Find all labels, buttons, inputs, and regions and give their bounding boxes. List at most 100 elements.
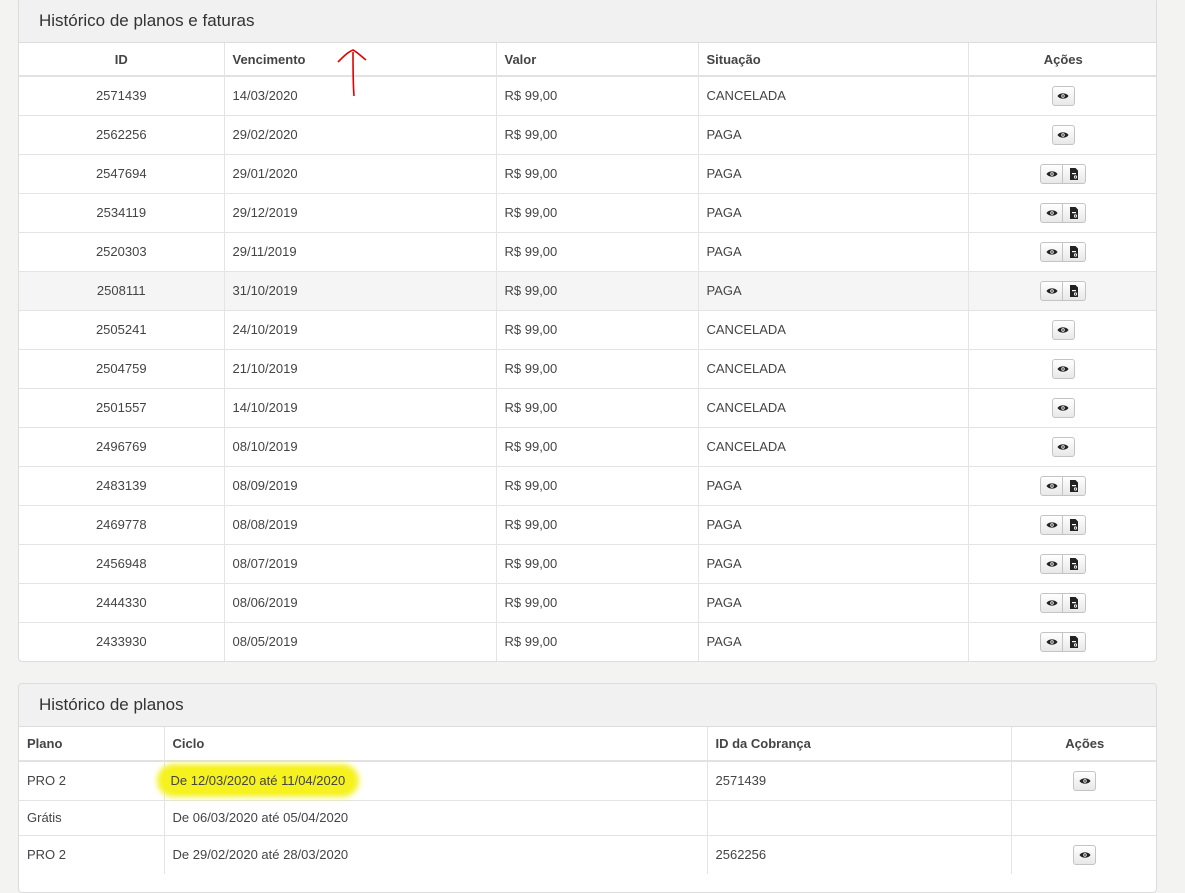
actions-button-group — [1040, 514, 1087, 535]
view-button[interactable] — [1040, 553, 1064, 574]
plans-table: Plano Ciclo ID da Cobrança Ações PRO 2 De… — [19, 727, 1156, 874]
invoice-due-date: 21/10/2019 — [224, 348, 497, 388]
invoice-due-date: 08/10/2019 — [224, 426, 497, 466]
col-header-cycle[interactable]: Ciclo — [164, 727, 708, 762]
view-button[interactable] — [1051, 85, 1075, 106]
view-button[interactable] — [1051, 436, 1075, 457]
download-receipt-button[interactable] — [1063, 631, 1087, 652]
invoice-status: CANCELADA — [698, 387, 969, 427]
eye-icon — [1057, 404, 1069, 412]
invoice-status: CANCELADA — [698, 309, 969, 349]
actions-button-group — [1073, 844, 1097, 865]
plan-charge-id: 2571439 — [707, 760, 1012, 800]
view-button[interactable] — [1051, 358, 1075, 379]
invoice-row: 2483139 08/09/2019 R$ 99,00 PAGA — [19, 465, 1156, 505]
invoice-value: R$ 99,00 — [496, 192, 699, 232]
eye-icon — [1046, 560, 1058, 568]
download-receipt-button[interactable] — [1063, 592, 1087, 613]
eye-icon — [1046, 209, 1058, 217]
actions-cell — [968, 504, 1156, 544]
view-button[interactable] — [1051, 397, 1075, 418]
view-button[interactable] — [1040, 514, 1064, 535]
plan-cycle: De 29/02/2020 até 28/03/2020 — [172, 847, 349, 863]
invoice-value: R$ 99,00 — [496, 114, 699, 154]
invoice-due-date: 08/09/2019 — [224, 465, 497, 505]
view-button[interactable] — [1073, 770, 1097, 791]
actions-button-group — [1040, 631, 1087, 652]
invoice-status: PAGA — [698, 114, 969, 154]
view-button[interactable] — [1040, 202, 1064, 223]
invoice-row: 2456948 08/07/2019 R$ 99,00 PAGA — [19, 543, 1156, 583]
invoice-id: 2534119 — [19, 192, 225, 232]
download-receipt-button[interactable] — [1063, 163, 1087, 184]
invoice-row: 2505241 24/10/2019 R$ 99,00 CANCELADA — [19, 309, 1156, 349]
download-receipt-button[interactable] — [1063, 202, 1087, 223]
view-button[interactable] — [1051, 124, 1075, 145]
view-button[interactable] — [1040, 475, 1064, 496]
invoice-row: 2520303 29/11/2019 R$ 99,00 PAGA — [19, 231, 1156, 271]
receipt-icon — [1069, 518, 1079, 531]
invoice-row: 2444330 08/06/2019 R$ 99,00 PAGA — [19, 582, 1156, 622]
actions-button-group — [1051, 85, 1075, 106]
col-header-id[interactable]: ID — [19, 43, 225, 77]
actions-cell — [968, 114, 1156, 154]
view-button[interactable] — [1051, 319, 1075, 340]
invoice-value: R$ 99,00 — [496, 270, 699, 310]
invoices-panel-header: Histórico de planos e faturas — [19, 0, 1156, 43]
invoice-due-date: 08/06/2019 — [224, 582, 497, 622]
actions-cell — [968, 192, 1156, 232]
invoice-id: 2562256 — [19, 114, 225, 154]
actions-cell — [968, 582, 1156, 622]
view-button[interactable] — [1040, 592, 1064, 613]
invoice-status: PAGA — [698, 504, 969, 544]
col-header-status[interactable]: Situação — [698, 43, 969, 77]
plan-row: PRO 2 De 12/03/2020 até 11/04/2020 2571439 — [19, 760, 1156, 800]
plans-header-row: Plano Ciclo ID da Cobrança Ações — [19, 727, 1156, 762]
invoice-due-date: 08/05/2019 — [224, 621, 497, 661]
download-receipt-button[interactable] — [1063, 553, 1087, 574]
invoice-due-date: 08/08/2019 — [224, 504, 497, 544]
invoice-id: 2547694 — [19, 153, 225, 193]
eye-icon — [1079, 777, 1091, 785]
invoice-status: CANCELADA — [698, 348, 969, 388]
invoice-status: PAGA — [698, 231, 969, 271]
receipt-icon — [1069, 284, 1079, 297]
actions-cell — [1011, 799, 1156, 835]
invoice-row: 2496769 08/10/2019 R$ 99,00 CANCELADA — [19, 426, 1156, 466]
view-button[interactable] — [1040, 631, 1064, 652]
receipt-icon — [1069, 245, 1079, 258]
col-header-charge-id[interactable]: ID da Cobrança — [707, 727, 1012, 762]
receipt-icon — [1069, 167, 1079, 180]
invoice-due-date: 29/02/2020 — [224, 114, 497, 154]
plan-row: PRO 2 De 29/02/2020 até 28/03/2020 2562256 — [19, 834, 1156, 874]
invoice-due-date: 29/11/2019 — [224, 231, 497, 271]
receipt-icon — [1069, 479, 1079, 492]
view-button[interactable] — [1040, 280, 1064, 301]
actions-cell — [968, 465, 1156, 505]
actions-button-group — [1040, 241, 1087, 262]
invoice-value: R$ 99,00 — [496, 504, 699, 544]
download-receipt-button[interactable] — [1063, 241, 1087, 262]
download-receipt-button[interactable] — [1063, 280, 1087, 301]
download-receipt-button[interactable] — [1063, 514, 1087, 535]
eye-icon — [1079, 851, 1091, 859]
invoice-value: R$ 99,00 — [496, 153, 699, 193]
view-button[interactable] — [1040, 241, 1064, 262]
invoice-status: PAGA — [698, 543, 969, 583]
download-receipt-button[interactable] — [1063, 475, 1087, 496]
invoice-value: R$ 99,00 — [496, 309, 699, 349]
invoice-status: PAGA — [698, 465, 969, 505]
invoices-table: ID Vencimento Valor Situação Ações 25714… — [19, 43, 1156, 661]
annotation-arrow-icon — [337, 49, 367, 97]
invoice-row: 2508111 31/10/2019 R$ 99,00 PAGA — [19, 270, 1156, 310]
plan-cycle-cell: De 12/03/2020 até 11/04/2020 — [160, 760, 708, 800]
invoice-id: 2501557 — [19, 387, 225, 427]
invoice-status: PAGA — [698, 153, 969, 193]
col-header-plan[interactable]: Plano — [19, 727, 165, 762]
actions-button-group — [1040, 280, 1087, 301]
view-button[interactable] — [1073, 844, 1097, 865]
invoice-value: R$ 99,00 — [496, 543, 699, 583]
view-button[interactable] — [1040, 163, 1064, 184]
col-header-value[interactable]: Valor — [496, 43, 699, 77]
col-header-plan-actions: Ações — [1011, 727, 1156, 762]
